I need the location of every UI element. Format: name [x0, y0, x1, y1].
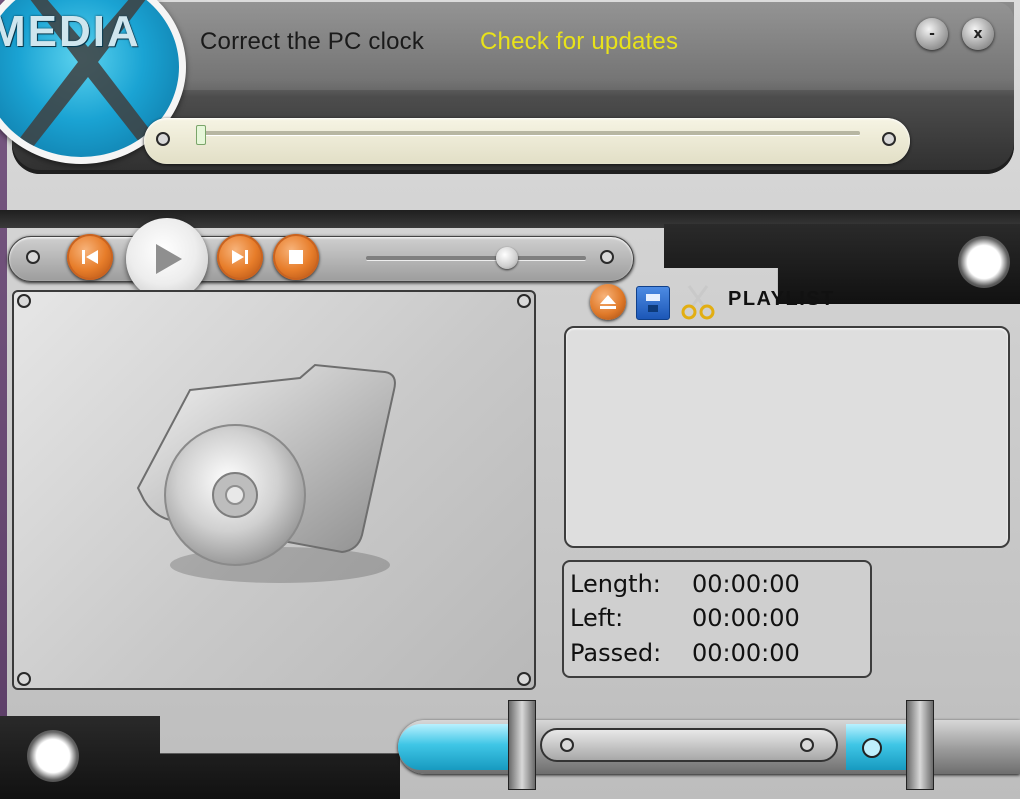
skip-back-icon — [82, 250, 98, 264]
playlist-list[interactable] — [564, 326, 1010, 548]
video-rivet-tl — [17, 294, 31, 308]
indicator-light-left — [27, 730, 79, 782]
skip-forward-icon — [232, 250, 248, 264]
pipe-clamp-right — [906, 700, 934, 790]
playlist-title: PLAYLIST — [728, 288, 835, 310]
seek-bar-rivet-left — [156, 132, 170, 146]
stop-icon — [289, 250, 303, 264]
pipe-glass-left — [398, 724, 510, 770]
transport-rivet-right — [600, 250, 614, 264]
minimize-icon: - — [929, 26, 935, 42]
close-icon: x — [973, 26, 983, 42]
video-rivet-br — [517, 672, 531, 686]
transport-rivet-left — [26, 250, 40, 264]
volume-slider-track[interactable] — [366, 256, 586, 261]
passed-label: Passed: — [570, 639, 662, 667]
play-button[interactable] — [126, 218, 208, 300]
length-label: Length: — [570, 570, 661, 598]
menu-check-updates[interactable]: Check for updates — [480, 28, 678, 56]
volume-slider-handle[interactable] — [495, 247, 518, 269]
stop-button[interactable] — [273, 234, 319, 280]
pipe-center-track — [540, 728, 838, 762]
menu-correct-clock[interactable]: Correct the PC clock — [200, 28, 424, 56]
left-label: Left: — [570, 604, 624, 632]
seek-track[interactable] — [196, 131, 860, 136]
minimize-button[interactable]: - — [916, 18, 948, 50]
previous-button[interactable] — [67, 234, 113, 280]
save-icon[interactable] — [636, 286, 670, 320]
next-button[interactable] — [217, 234, 263, 280]
passed-value: 00:00:00 — [692, 639, 800, 667]
video-rivet-tr — [517, 294, 531, 308]
play-icon — [156, 244, 182, 274]
seek-handle[interactable] — [196, 125, 206, 145]
pipe-clamp-left — [508, 700, 536, 790]
left-value: 00:00:00 — [692, 604, 800, 632]
open-media-folder-icon[interactable] — [130, 360, 410, 590]
pipe-rivet-glass — [862, 738, 882, 758]
logo-text: MEDIA — [0, 7, 141, 56]
video-rivet-bl — [17, 672, 31, 686]
close-button[interactable]: x — [962, 18, 994, 50]
length-value: 00:00:00 — [692, 570, 800, 598]
eject-icon[interactable] — [590, 284, 626, 320]
pipe-rivet-left — [560, 738, 574, 752]
seek-bar-rivet-right — [882, 132, 896, 146]
seek-bar[interactable] — [144, 118, 910, 164]
scissors-icon[interactable] — [680, 284, 716, 320]
indicator-light-right — [958, 236, 1010, 288]
pipe-rivet-right — [800, 738, 814, 752]
